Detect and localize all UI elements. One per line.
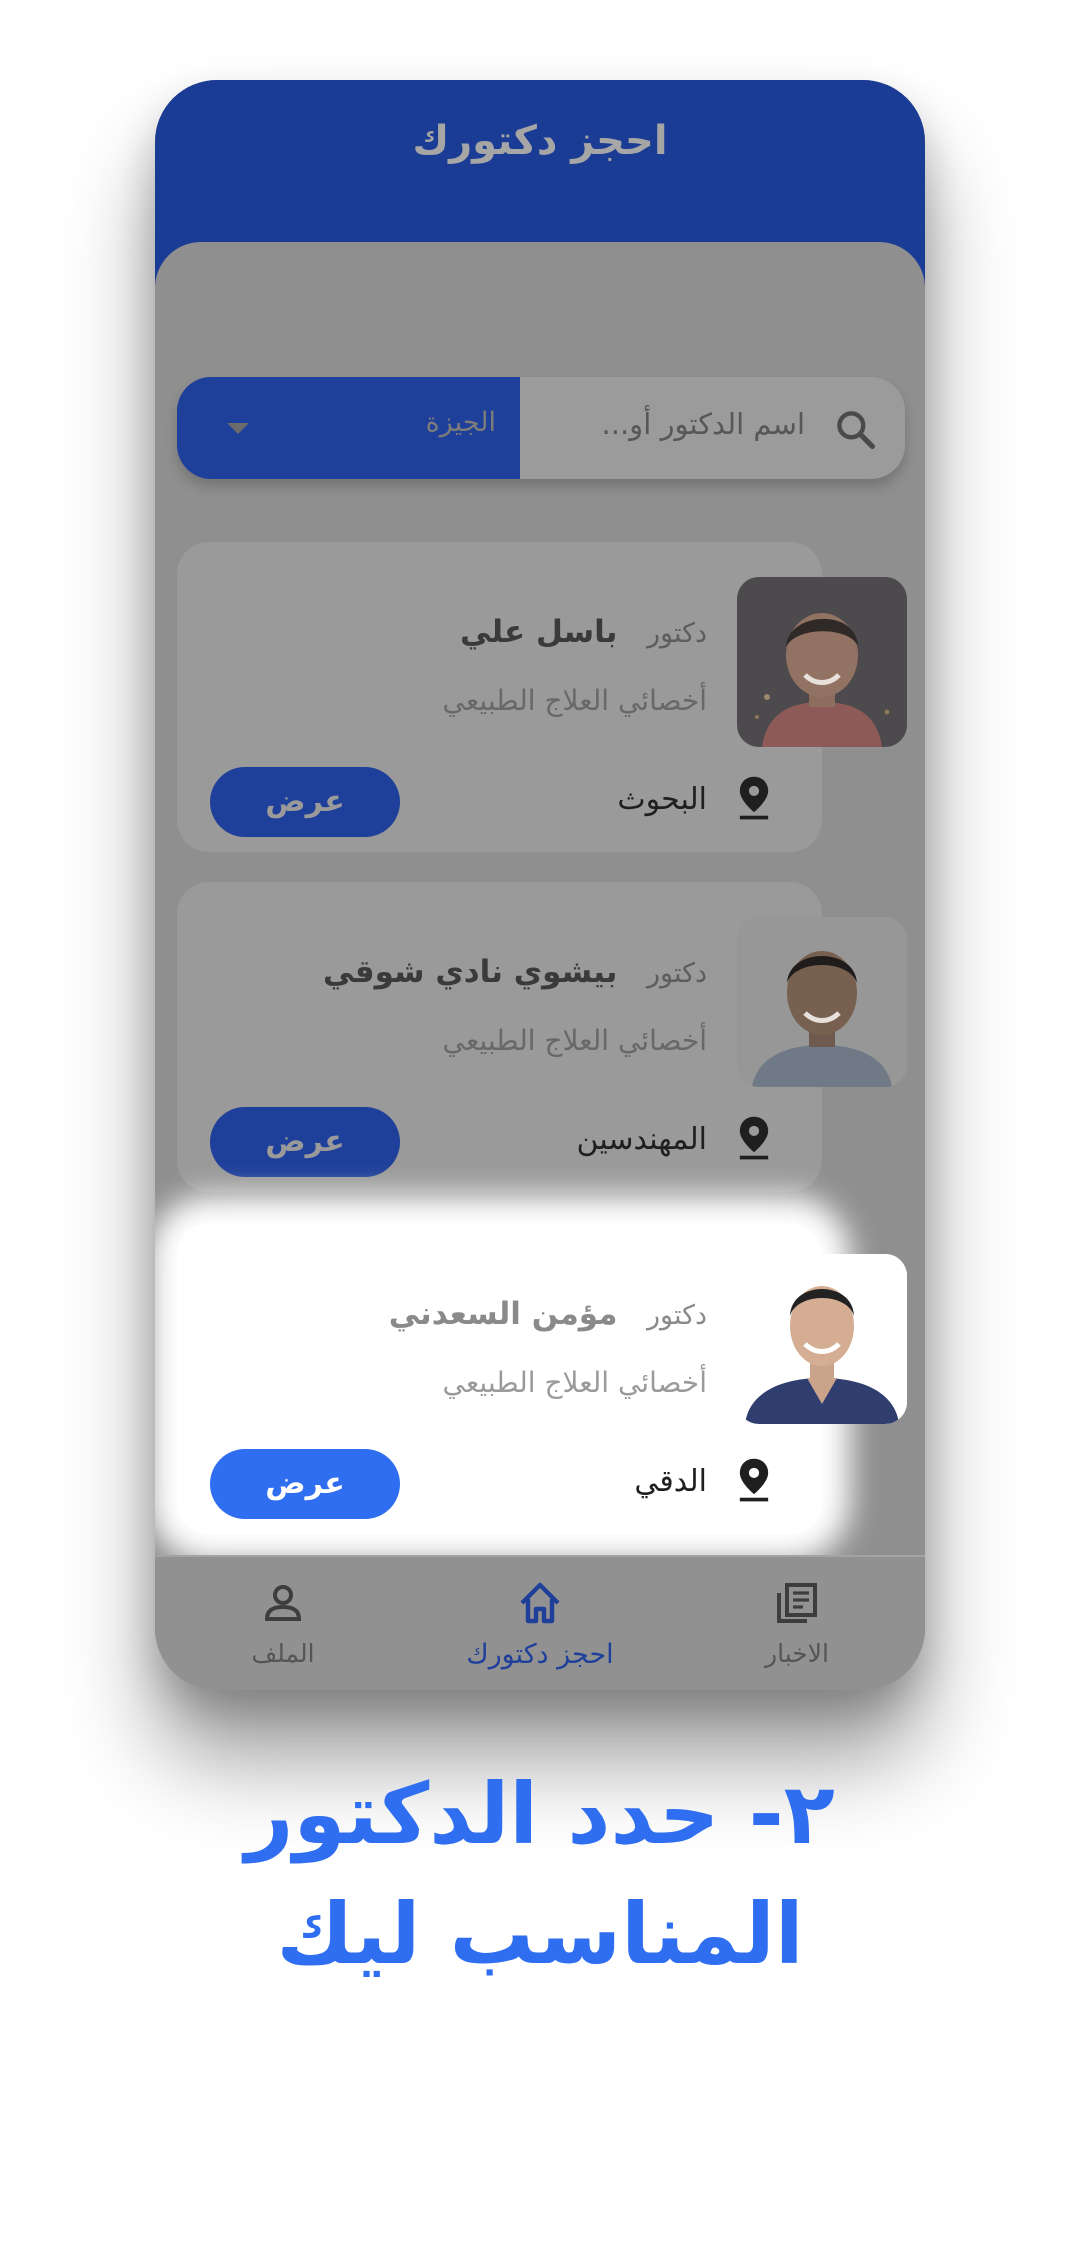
location-pin-icon (739, 776, 769, 820)
doctor-photo (737, 1254, 907, 1424)
nav-label-book-doctor: احجز دكتورك (466, 1639, 614, 1670)
nav-item-book-doctor[interactable]: احجز دكتورك (412, 1557, 668, 1690)
doctor-name-line: دكتور باسل علي (460, 614, 707, 650)
search-input[interactable]: اسم الدكتور أو... (602, 407, 805, 441)
view-button[interactable]: عرض (210, 767, 400, 837)
caption-line-2: المناسب ليك (276, 1885, 804, 1983)
doctor-name-line: دكتور بيشوي نادي شوقي (323, 954, 707, 990)
view-button[interactable]: عرض (210, 1449, 400, 1519)
location-pin-icon (739, 1116, 769, 1160)
doctor-specialty: أخصائي العلاج الطبيعي (442, 1024, 707, 1057)
doctor-location: الدقي (634, 1464, 707, 1499)
doctor-photo (737, 577, 907, 747)
doctor-prefix: دكتور (646, 958, 707, 989)
nav-label-news: الاخبار (765, 1639, 829, 1668)
bottom-navigation: الملف احجز دكتورك الاخبار (155, 1555, 925, 1690)
doctor-name: بيشوي نادي شوقي (322, 954, 618, 990)
view-button[interactable]: عرض (210, 1107, 400, 1177)
doctor-specialty: أخصائي العلاج الطبيعي (442, 1366, 707, 1399)
doctor-card[interactable]: دكتور بيشوي نادي شوقي أخصائي العلاج الطب… (177, 882, 822, 1192)
main-content: الجيزة اسم الدكتور أو... دكتور باسل علي … (155, 242, 925, 1690)
location-pin-icon (739, 1458, 769, 1502)
caption-line-1: ٢- حدد الدكتور (245, 1765, 835, 1863)
doctor-card[interactable]: دكتور باسل علي أخصائي العلاج الطبيعي الب… (177, 542, 822, 852)
profile-icon (264, 1585, 302, 1621)
nav-item-news[interactable]: الاخبار (669, 1557, 925, 1690)
search-icon[interactable] (833, 407, 877, 451)
doctor-card-selected[interactable]: دكتور مؤمن السعدني أخصائي العلاج الطبيعي… (177, 1224, 822, 1534)
search-bar: الجيزة اسم الدكتور أو... (177, 377, 905, 479)
home-icon (520, 1582, 560, 1624)
nav-item-profile[interactable]: الملف (155, 1557, 411, 1690)
city-dropdown-value: الجيزة (425, 407, 496, 438)
doctor-name: مؤمن السعدني (388, 1296, 618, 1332)
doctor-photo (737, 917, 907, 1087)
chevron-down-icon (227, 423, 249, 434)
doctor-prefix: دكتور (646, 1300, 707, 1331)
nav-label-profile: الملف (251, 1639, 315, 1668)
phone-frame: احجز دكتورك الجيزة اسم الدكتور أو... دكت… (155, 80, 925, 1690)
doctor-specialty: أخصائي العلاج الطبيعي (442, 684, 707, 717)
city-dropdown[interactable]: الجيزة (177, 377, 520, 479)
app-title: احجز دكتورك (412, 118, 668, 164)
doctor-location: المهندسين (576, 1122, 707, 1157)
doctor-name-line: دكتور مؤمن السعدني (389, 1296, 707, 1332)
doctor-location: البحوث (617, 782, 707, 817)
doctor-name: باسل علي (460, 614, 618, 650)
news-icon (777, 1583, 817, 1623)
doctor-prefix: دكتور (646, 618, 707, 649)
